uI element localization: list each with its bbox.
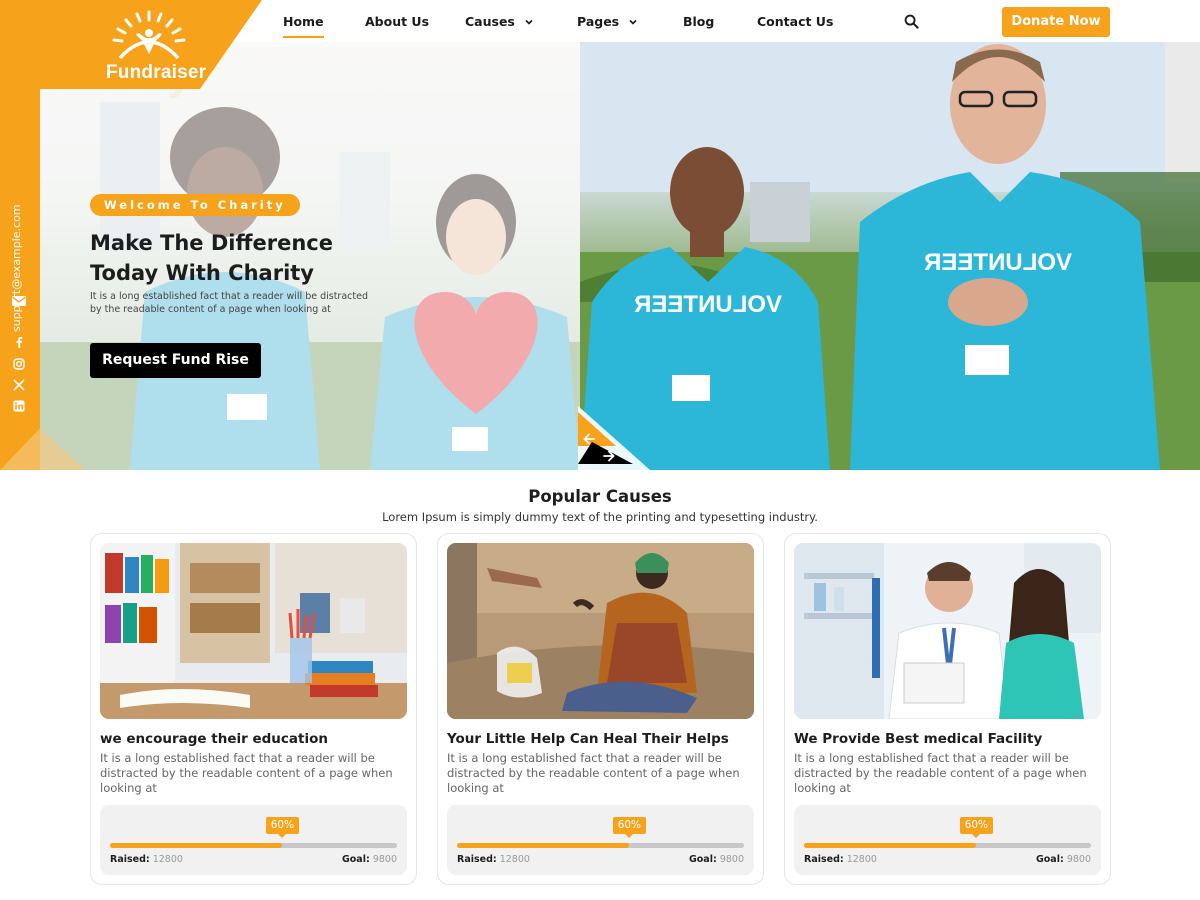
raised-label: Raised: [110,854,150,865]
progress-percent-badge: 60% [265,817,300,838]
cause-image-help [447,543,754,719]
goal-amount: Goal: 9800 [342,854,397,865]
arrow-right-icon[interactable] [598,445,620,467]
welcome-badge: Welcome To Charity [90,194,300,216]
cause-card-medical[interactable]: We Provide Best medical Facility It is a… [784,533,1111,885]
request-fund-rise-button[interactable]: Request Fund Rise [90,343,261,378]
raised-amount: Raised: 12800 [110,854,183,865]
raised-value: 12800 [846,854,877,865]
donation-progress: 60% Raised: 12800 Goal: 9800 [447,805,754,875]
hero-right-photo: VOLUNTEER VOLUNTEER [580,42,1200,470]
doctors-image [794,543,1101,719]
support-email[interactable]: support@example.com [10,204,23,332]
instagram-icon[interactable] [13,358,25,370]
chevron-down-icon [525,19,533,25]
woman-receiving-help-image [447,543,754,719]
hero-description: It is a long established fact that a rea… [90,291,368,315]
volunteers-image: VOLUNTEER VOLUNTEER [580,42,1200,470]
section-title: Popular Causes [528,487,672,506]
donate-now-button[interactable]: Donate Now [1002,7,1110,37]
progress-percent-badge: 60% [959,817,994,838]
cause-card-education[interactable]: we encourage their education It is a lon… [90,533,417,885]
facebook-icon[interactable] [13,336,25,348]
nav-item-home[interactable]: Home [283,14,324,38]
cause-image-education [100,543,407,719]
nav-item-pages[interactable]: Pages [577,14,638,29]
goal-label: Goal: [1035,854,1064,865]
left-sidebar: support@example.com [0,42,40,470]
cause-title[interactable]: We Provide Best medical Facility [794,731,1042,747]
hero-title-line-2: Today With Charity [90,261,314,285]
goal-label: Goal: [688,854,717,865]
cause-title[interactable]: Your Little Help Can Heal Their Helps [447,731,729,747]
raised-value: 12800 [152,854,183,865]
nav-label: Pages [577,14,620,29]
donation-progress: 60% Raised: 12800 Goal: 9800 [100,805,407,875]
section-subtitle: Lorem Ipsum is simply dummy text of the … [382,510,818,524]
cause-card-help[interactable]: Your Little Help Can Heal Their Helps It… [437,533,764,885]
nav-item-blog[interactable]: Blog [683,14,714,29]
raised-label: Raised: [804,854,844,865]
library-image [100,543,407,719]
progress-track [804,843,1091,848]
logo-text[interactable]: Fundraiser [106,62,206,84]
nav-label: Blog [683,14,715,29]
raised-amount: Raised: 12800 [457,854,530,865]
progress-fill [804,843,977,848]
donation-progress: 60% Raised: 12800 Goal: 9800 [794,805,1101,875]
logo-icon[interactable] [108,8,190,62]
search-icon[interactable] [904,14,919,29]
cause-image-medical [794,543,1101,719]
goal-label: Goal: [341,854,370,865]
nav-label: About Us [365,14,430,29]
raised-amount: Raised: 12800 [804,854,877,865]
goal-value: 9800 [372,854,397,865]
goal-value: 9800 [1066,854,1091,865]
progress-track [457,843,744,848]
right-shirt-text: VOLUNTEER [924,249,1072,276]
nav-label: Contact Us [757,14,834,29]
goal-amount: Goal: 9800 [1036,854,1091,865]
cause-description: It is a long established fact that a rea… [100,751,393,795]
raised-label: Raised: [457,854,497,865]
progress-fill [457,843,630,848]
cause-description: It is a long established fact that a rea… [794,751,1087,795]
goal-value: 9800 [719,854,744,865]
progress-percent-badge: 60% [612,817,647,838]
nav-label: Causes [465,14,515,29]
hero-slider: VOLUNTEER VOLUNTEER Charity Welcome To C… [40,42,1200,470]
sidebar-decoration [0,428,85,470]
mail-icon [12,296,26,306]
cause-description: It is a long established fact that a rea… [447,751,740,795]
progress-track [110,843,397,848]
raised-value: 12800 [499,854,530,865]
chevron-down-icon [629,19,637,25]
nav-item-about-us[interactable]: About Us [365,14,429,29]
cause-title[interactable]: we encourage their education [100,731,328,747]
x-icon[interactable] [13,379,25,391]
nav-item-causes[interactable]: Causes [465,14,534,29]
left-shirt-text: VOLUNTEER [634,291,782,318]
hero-title: Make The Difference Today With Charity [90,228,390,288]
hero-title-line-1: Make The Difference [90,231,333,255]
linkedin-icon[interactable] [13,400,25,412]
progress-fill [110,843,283,848]
goal-amount: Goal: 9800 [689,854,744,865]
nav-label: Home [283,14,324,29]
nav-item-contact-us[interactable]: Contact Us [757,14,833,29]
